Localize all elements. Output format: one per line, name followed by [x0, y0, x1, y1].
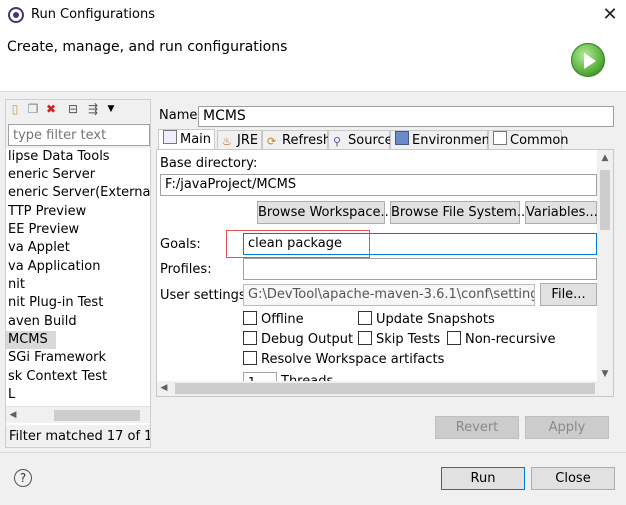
delete-icon[interactable]: ✖	[44, 102, 58, 116]
duplicate-icon[interactable]: ❐	[26, 102, 40, 116]
scroll-up-icon[interactable]: ▲	[597, 150, 613, 166]
view-menu-chevron-down-icon[interactable]: ▼	[104, 102, 118, 116]
help-icon[interactable]: ?	[14, 469, 32, 487]
environment-tab-icon	[395, 131, 409, 145]
tree-item[interactable]: sk Context Test	[8, 368, 107, 386]
resolve-workspace-checkbox[interactable]: Resolve Workspace artifacts	[243, 351, 444, 367]
tree-item[interactable]: eneric Server	[8, 166, 95, 184]
browse-workspace-button[interactable]: Browse Workspace...	[257, 201, 393, 224]
filter-matched-status: Filter matched 17 of 17 i	[9, 429, 150, 444]
scroll-left-icon[interactable]: ◀	[157, 381, 171, 396]
tab-environment[interactable]: Environment	[390, 130, 495, 150]
refresh-tab-icon: ⟳	[267, 135, 277, 148]
tree-item[interactable]: va Application	[8, 258, 100, 276]
update-snapshots-checkbox[interactable]: Update Snapshots	[358, 311, 495, 327]
close-button[interactable]: Close	[531, 467, 615, 490]
filter-input[interactable]	[8, 124, 150, 146]
apply-button[interactable]: Apply	[525, 416, 609, 439]
scroll-thumb[interactable]	[54, 410, 140, 421]
new-config-icon[interactable]: ▯	[8, 102, 22, 116]
debug-output-checkbox[interactable]: Debug Output	[243, 331, 353, 347]
base-directory-input[interactable]: F:/javaProject/MCMS	[160, 174, 597, 196]
scroll-thumb[interactable]	[175, 383, 595, 394]
tab-jre[interactable]: ♨ JRE	[217, 130, 262, 150]
main-tab-icon	[163, 130, 177, 144]
source-tab-icon: ⚲	[333, 135, 342, 148]
config-tree: lipse Data Tools eneric Server eneric Se…	[6, 148, 150, 425]
name-input[interactable]: MCMS	[198, 106, 614, 127]
revert-button[interactable]: Revert	[435, 416, 519, 439]
jre-tab-icon: ♨	[222, 135, 232, 148]
browse-file-system-button[interactable]: Browse File System...	[390, 201, 529, 224]
tree-item[interactable]: TTP Preview	[8, 203, 86, 221]
window-title: Run Configurations	[31, 7, 155, 22]
close-window-button[interactable]: ✕	[599, 4, 621, 26]
scroll-thumb[interactable]	[600, 170, 610, 230]
user-settings-input[interactable]: G:\DevTool\apache-maven-3.6.1\conf\setti…	[243, 284, 535, 306]
profiles-label: Profiles:	[160, 262, 212, 277]
goals-highlight-annotation	[226, 230, 370, 258]
name-label: Name:	[159, 108, 202, 123]
main-tab-panel: Base directory: F:/javaProject/MCMS Brow…	[156, 149, 614, 397]
tree-item[interactable]: va Applet	[8, 239, 70, 257]
user-settings-label: User settings:	[160, 288, 250, 303]
tree-item[interactable]: lipse Data Tools	[8, 148, 110, 166]
non-recursive-checkbox[interactable]: Non-recursive	[447, 331, 555, 347]
header-description: Create, manage, and run configurations	[7, 39, 288, 55]
collapse-all-icon[interactable]: ⊟	[66, 102, 80, 116]
tree-item[interactable]: L	[8, 386, 15, 404]
profiles-input[interactable]	[243, 258, 597, 280]
base-directory-label: Base directory:	[160, 156, 258, 171]
tree-item[interactable]: SGi Framework	[8, 349, 106, 367]
scroll-down-icon[interactable]: ▼	[597, 366, 613, 382]
scroll-left-icon[interactable]: ◀	[6, 407, 20, 424]
panel-vertical-scrollbar[interactable]: ▲ ▼	[597, 150, 613, 396]
tab-refresh[interactable]: ⟳ Refresh	[262, 130, 331, 150]
run-icon	[571, 43, 605, 77]
tab-source[interactable]: ⚲ Source	[328, 130, 393, 150]
panel-horizontal-scrollbar[interactable]: ◀	[157, 381, 597, 396]
tab-common[interactable]: Common	[488, 130, 569, 150]
tree-item[interactable]: aven Build	[8, 313, 77, 331]
skip-tests-checkbox[interactable]: Skip Tests	[358, 331, 440, 347]
tab-main[interactable]: Main	[158, 129, 215, 150]
tree-item[interactable]: nit Plug-in Test	[8, 294, 103, 312]
common-tab-icon	[493, 131, 507, 145]
eclipse-app-icon	[8, 7, 24, 23]
bottom-separator	[0, 452, 626, 453]
tree-horizontal-scrollbar[interactable]: ◀	[6, 406, 150, 423]
left-toolbar: ▯ ❐ ✖ ⊟ ⇶ ▼	[6, 100, 150, 120]
offline-checkbox[interactable]: Offline	[243, 311, 304, 327]
variables-button[interactable]: Variables...	[525, 201, 598, 224]
tree-item[interactable]: EE Preview	[8, 221, 79, 239]
file-button[interactable]: File...	[540, 283, 597, 306]
tree-item[interactable]: nit	[8, 276, 25, 294]
tree-item[interactable]: eneric Server(External La	[8, 184, 150, 202]
tree-item-selected[interactable]: MCMS	[6, 331, 56, 349]
run-button[interactable]: Run	[441, 467, 525, 490]
goals-label: Goals:	[160, 237, 201, 252]
filter-icon[interactable]: ⇶	[86, 102, 100, 116]
